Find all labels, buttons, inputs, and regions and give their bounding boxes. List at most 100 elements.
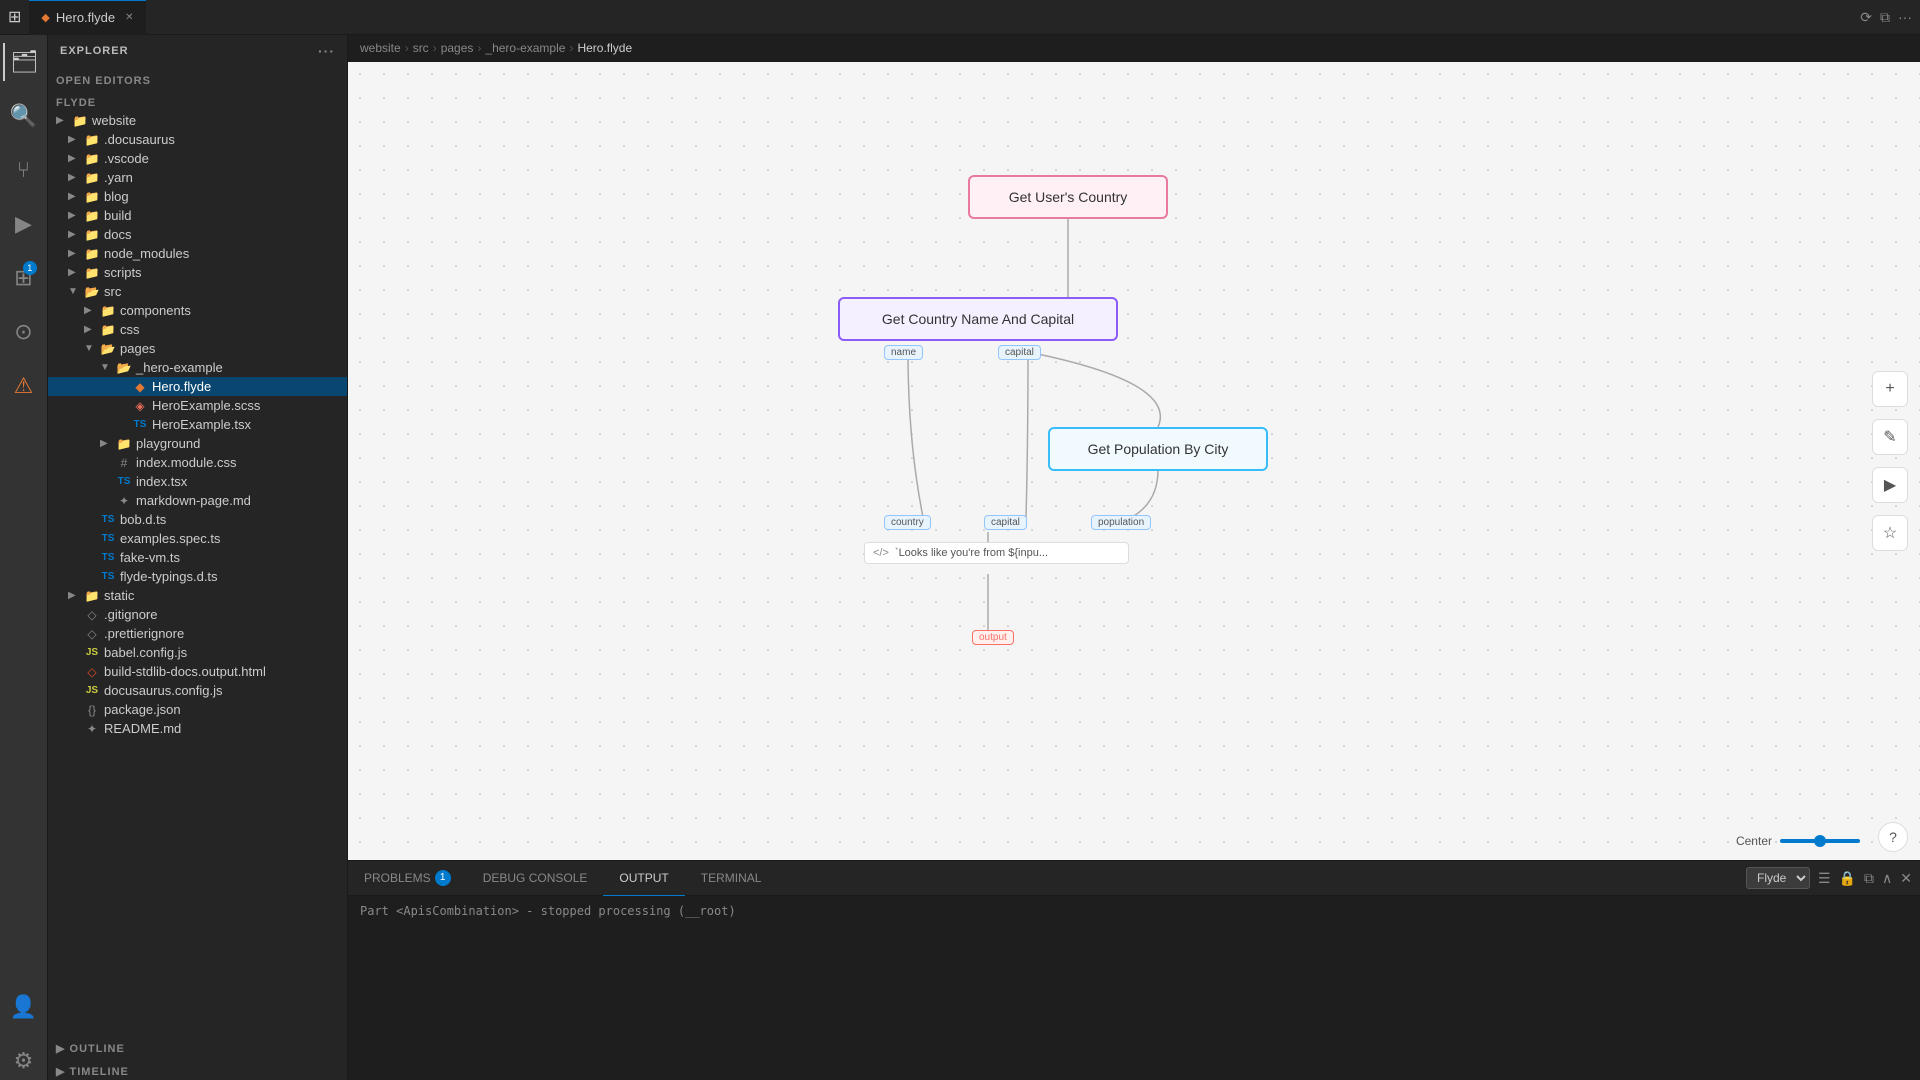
remote-activity-icon[interactable]: ⊙	[8, 313, 38, 351]
tree-item-examples-spec[interactable]: TSexamples.spec.ts	[48, 529, 347, 548]
tree-item-pages[interactable]: ▼📂pages	[48, 339, 347, 358]
git-activity-icon[interactable]: ⑂	[11, 151, 36, 189]
explorer-activity-icon[interactable]: 🗂	[3, 43, 45, 81]
port-output[interactable]: output	[972, 630, 1014, 645]
add-node-button[interactable]: +	[1872, 371, 1908, 407]
help-button[interactable]: ?	[1878, 822, 1908, 852]
right-panel: + ✎ ▶ ☆	[1872, 371, 1908, 551]
tree-item-docs[interactable]: ▶📁docs	[48, 225, 347, 244]
tab-debug-console[interactable]: DEBUG CONSOLE	[467, 861, 604, 896]
run-button[interactable]: ▶	[1872, 467, 1908, 503]
run-activity-icon[interactable]: ▶	[9, 205, 38, 243]
breadcrumb-hero-flyde[interactable]: Hero.flyde	[577, 41, 632, 55]
tree-item-vscode[interactable]: ▶📁.vscode	[48, 149, 347, 168]
explorer-icon: ⊞	[8, 7, 21, 27]
tree-item-hero-tsx[interactable]: TSHeroExample.tsx	[48, 415, 347, 434]
open-editors-label: OPEN EDITORS	[56, 75, 151, 87]
tab-output[interactable]: OUTPUT	[603, 861, 684, 896]
tree-item-build[interactable]: ▶📁build	[48, 206, 347, 225]
close-panel-icon[interactable]: ✕	[1900, 870, 1912, 887]
tree-item-static[interactable]: ▶📁static	[48, 586, 347, 605]
tab-terminal[interactable]: TERMINAL	[685, 861, 778, 896]
tree-item-hero-flyde[interactable]: ◆Hero.flyde	[48, 377, 347, 396]
node-get-population[interactable]: Get Population By City	[1048, 427, 1268, 471]
warning-activity-icon[interactable]: ⚠	[8, 367, 40, 405]
breadcrumb-website[interactable]: website	[360, 41, 401, 55]
tree-item-docusaurus-config[interactable]: JSdocusaurus.config.js	[48, 681, 347, 700]
sidebar-activity-bar: 🗂 🔍 ⑂ ▶ ⊞1 ⊙ ⚠ 👤 ⚙	[0, 35, 48, 1080]
flyde-dropdown[interactable]: Flyde	[1746, 867, 1810, 889]
tree-item-src[interactable]: ▼📂src	[48, 282, 347, 301]
tree-item-yarn[interactable]: ▶📁.yarn	[48, 168, 347, 187]
port-country[interactable]: country	[884, 515, 931, 530]
tree-item-playground[interactable]: ▶📁playground	[48, 434, 347, 453]
split-editor-icon[interactable]: ⧉	[1880, 9, 1890, 26]
breadcrumb-hero-example[interactable]: _hero-example	[485, 41, 565, 55]
tree-item-readme[interactable]: ✦README.md	[48, 719, 347, 738]
editor-area: website › src › pages › _hero-example › …	[348, 35, 1920, 1080]
extensions-activity-icon[interactable]: ⊞1	[8, 259, 38, 297]
problems-badge: 1	[435, 870, 451, 886]
node-get-country-name[interactable]: Get Country Name And Capital	[838, 297, 1118, 341]
breadcrumb: website › src › pages › _hero-example › …	[348, 35, 1920, 62]
more-icon[interactable]: ···	[1898, 9, 1912, 26]
chevron-up-icon[interactable]: ∧	[1882, 870, 1892, 887]
bottom-panel: PROBLEMS 1 DEBUG CONSOLE OUTPUT TERMINAL	[348, 860, 1920, 1080]
tree-item-flyde-typings[interactable]: TSflyde-typings.d.ts	[48, 567, 347, 586]
node-get-country-label: Get Country Name And Capital	[882, 311, 1074, 327]
zoom-slider[interactable]	[1780, 839, 1860, 843]
problems-label: PROBLEMS	[364, 871, 431, 885]
tree-item-components[interactable]: ▶📁components	[48, 301, 347, 320]
tree-item-prettierignore[interactable]: ◇.prettierignore	[48, 624, 347, 643]
settings-icon[interactable]: ⚙	[8, 1042, 40, 1080]
list-icon[interactable]: ☰	[1818, 870, 1831, 887]
lock-icon[interactable]: 🔒	[1839, 870, 1856, 887]
hero-flyde-tab[interactable]: ◆ Hero.flyde ✕	[29, 0, 145, 35]
port-capital-top[interactable]: capital	[998, 345, 1041, 360]
port-capital-top-label: capital	[1005, 347, 1034, 358]
tree-item-bob[interactable]: TSbob.d.ts	[48, 510, 347, 529]
breadcrumb-src[interactable]: src	[413, 41, 429, 55]
bottom-right-bar: Flyde ☰ 🔒 ⧉ ∧ ✕	[1746, 867, 1920, 889]
tree-item-build-stdlib[interactable]: ◇build-stdlib-docs.output.html	[48, 662, 347, 681]
node-get-users-country[interactable]: Get User's Country	[968, 175, 1168, 219]
edit-icon: ✎	[1883, 427, 1896, 447]
file-tree: ▶📁website ▶📁.docusaurus ▶📁.vscode ▶📁.yar…	[48, 111, 347, 1034]
port-country-label: country	[891, 517, 924, 528]
history-icon[interactable]: ⟳	[1860, 9, 1872, 26]
flyde-section: FLYDE	[48, 89, 347, 111]
tree-item-hero-example[interactable]: ▼📂_hero-example	[48, 358, 347, 377]
port-population[interactable]: population	[1091, 515, 1151, 530]
tree-item-scripts[interactable]: ▶📁scripts	[48, 263, 347, 282]
tree-item-gitignore[interactable]: ◇.gitignore	[48, 605, 347, 624]
search-activity-icon[interactable]: 🔍	[4, 97, 43, 135]
tree-item-docusaurus[interactable]: ▶📁.docusaurus	[48, 130, 347, 149]
star-button[interactable]: ☆	[1872, 515, 1908, 551]
edit-button[interactable]: ✎	[1872, 419, 1908, 455]
tree-item-index-tsx[interactable]: TSindex.tsx	[48, 472, 347, 491]
tree-item-hero-scss[interactable]: ◈HeroExample.scss	[48, 396, 347, 415]
tab-problems[interactable]: PROBLEMS 1	[348, 861, 467, 896]
tree-item-package-json[interactable]: {}package.json	[48, 700, 347, 719]
template-node[interactable]: </> `Looks like you're from ${inpu...	[864, 542, 1129, 564]
explorer-section-header: EXPLORER ···	[48, 35, 347, 67]
port-name[interactable]: name	[884, 345, 923, 360]
zoom-thumb	[1814, 835, 1826, 847]
tree-item-fake-vm[interactable]: TSfake-vm.ts	[48, 548, 347, 567]
tree-item-markdown-page[interactable]: ✦markdown-page.md	[48, 491, 347, 510]
copy-icon[interactable]: ⧉	[1864, 870, 1874, 887]
explorer-more-icon[interactable]: ···	[318, 43, 335, 59]
tree-item-website[interactable]: ▶📁website	[48, 111, 347, 130]
tree-item-babel-config[interactable]: JSbabel.config.js	[48, 643, 347, 662]
flow-canvas[interactable]: Get User's Country Get Country Name And …	[348, 62, 1920, 860]
flyde-label: FLYDE	[56, 97, 96, 109]
tree-item-node-modules[interactable]: ▶📁node_modules	[48, 244, 347, 263]
tab-close-icon[interactable]: ✕	[125, 12, 133, 23]
bottom-output-content: Part <ApisCombination> - stopped process…	[348, 896, 1920, 1080]
tree-item-css[interactable]: ▶📁css	[48, 320, 347, 339]
breadcrumb-pages[interactable]: pages	[441, 41, 474, 55]
account-icon[interactable]: 👤	[4, 988, 43, 1026]
tree-item-blog[interactable]: ▶📁blog	[48, 187, 347, 206]
tree-item-index-css[interactable]: #index.module.css	[48, 453, 347, 472]
port-capital-bottom[interactable]: capital	[984, 515, 1027, 530]
